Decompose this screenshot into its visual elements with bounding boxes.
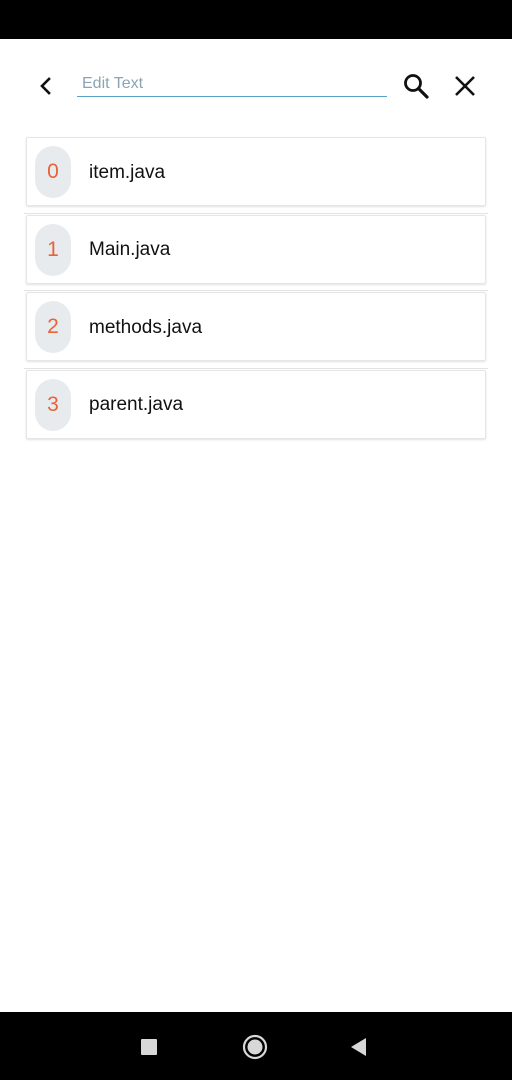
search-toolbar xyxy=(0,39,512,133)
index-badge: 0 xyxy=(35,146,71,198)
file-name: Main.java xyxy=(89,239,171,260)
index-badge: 2 xyxy=(35,301,71,353)
file-list: 0 item.java 1 Main.java 2 methods.java 3… xyxy=(24,136,488,446)
close-icon xyxy=(455,76,475,96)
search-icon xyxy=(404,74,429,99)
list-item: 3 parent.java xyxy=(24,369,488,447)
back-button[interactable] xyxy=(26,69,66,103)
search-button[interactable] xyxy=(398,67,434,105)
file-card[interactable]: 1 Main.java xyxy=(26,214,486,284)
nav-back-button[interactable] xyxy=(342,1030,376,1064)
clear-button[interactable] xyxy=(447,67,483,105)
list-item: 0 item.java xyxy=(24,136,488,214)
search-input[interactable] xyxy=(77,71,387,97)
triangle-back-icon xyxy=(351,1038,366,1056)
file-name: item.java xyxy=(89,161,166,183)
file-card[interactable]: 0 item.java xyxy=(26,137,486,206)
file-name: methods.java xyxy=(89,316,203,338)
square-icon xyxy=(141,1039,157,1055)
file-card[interactable]: 2 methods.java xyxy=(26,292,486,361)
file-name: parent.java xyxy=(89,394,184,415)
status-bar xyxy=(0,0,512,39)
chevron-left-icon xyxy=(40,77,51,95)
circle-icon xyxy=(242,1034,268,1060)
system-nav-bar xyxy=(0,1012,512,1080)
home-button[interactable] xyxy=(238,1030,272,1064)
list-item: 1 Main.java xyxy=(24,214,488,291)
index-badge: 3 xyxy=(35,378,71,431)
file-card[interactable]: 3 parent.java xyxy=(26,369,486,439)
recents-button[interactable] xyxy=(132,1030,166,1064)
list-item: 2 methods.java xyxy=(24,291,488,369)
index-badge: 1 xyxy=(35,223,71,276)
